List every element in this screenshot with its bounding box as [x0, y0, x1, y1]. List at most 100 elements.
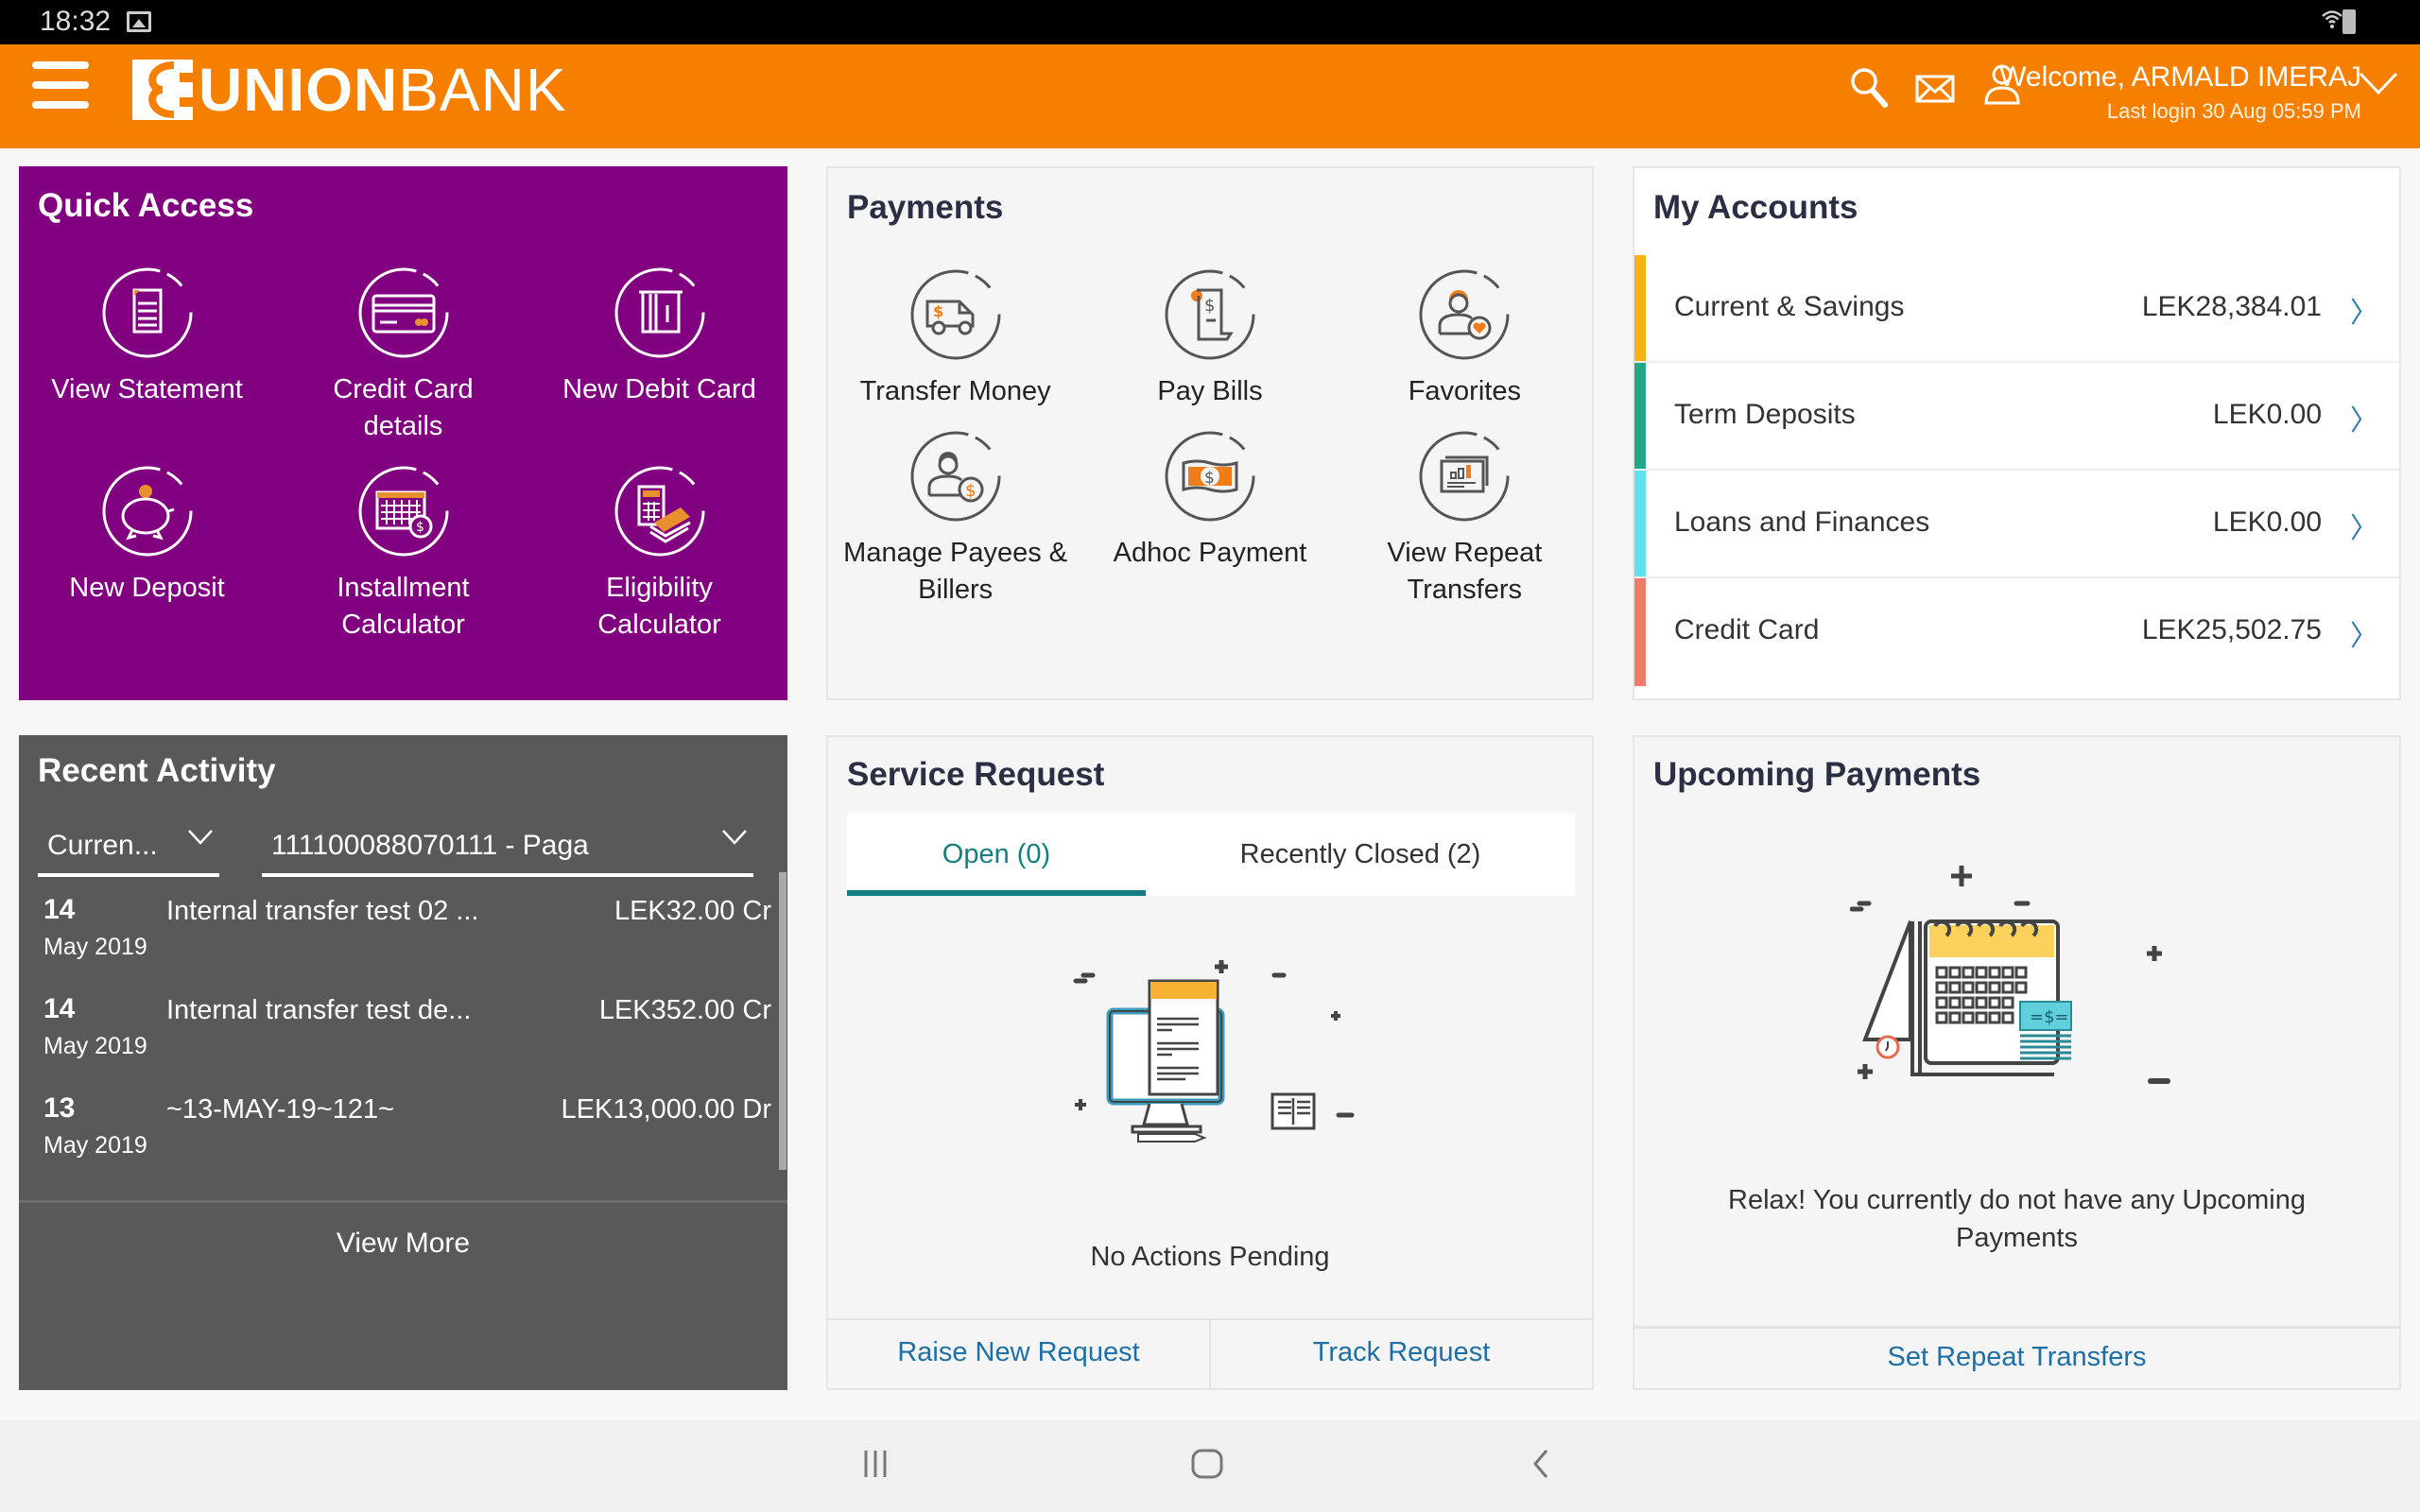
- my-accounts-title: My Accounts: [1653, 189, 1858, 226]
- hamburger-line: [32, 81, 89, 89]
- document-icon: [102, 267, 192, 358]
- activity-amount: LEK352.00 Cr: [598, 995, 771, 1025]
- activity-amount: LEK32.00 Cr: [614, 896, 771, 926]
- payment-view-repeat-transfers[interactable]: View Repeat Transfers: [1338, 429, 1592, 609]
- activity-day: 13: [43, 1092, 76, 1124]
- back-button[interactable]: [1524, 1447, 1558, 1481]
- account-amount: LEK28,384.01: [2141, 291, 2322, 322]
- activity-scrollbar[interactable]: [779, 872, 786, 1170]
- user-dollar-icon: $: [910, 431, 1001, 522]
- account-color-bar: [1634, 578, 1646, 686]
- tile-label: View Repeat Transfers: [1387, 538, 1543, 605]
- account-number-select[interactable]: 111100088070111 - Paga: [262, 811, 753, 877]
- tile-label: Eligibility Calculator: [597, 573, 721, 640]
- quick-installment-calculator[interactable]: $ Installment Calculator: [275, 464, 531, 644]
- payments-title: Payments: [847, 189, 1004, 226]
- chevron-right-icon: 〉: [2350, 404, 2378, 438]
- account-type-select[interactable]: Curren...: [38, 811, 219, 877]
- quick-new-deposit[interactable]: New Deposit: [19, 464, 275, 644]
- calendar-dollar-icon: $: [358, 466, 448, 557]
- brand-bold: UNION: [199, 56, 399, 124]
- activity-day: 14: [43, 894, 76, 925]
- account-name: Term Deposits: [1674, 399, 1856, 430]
- svg-text:$: $: [965, 481, 976, 501]
- payments-card: Payments $ Transfer Money $ Pay Bills Fa…: [826, 166, 1594, 700]
- quick-credit-card-details[interactable]: Credit Card details: [275, 266, 531, 445]
- home-button[interactable]: [1190, 1447, 1224, 1481]
- svg-text:$: $: [933, 302, 943, 320]
- last-login-text: Last login 30 Aug 05:59 PM: [2106, 99, 2361, 123]
- account-row-term-deposits[interactable]: Term Deposits LEK0.00 〉: [1634, 363, 2399, 471]
- quick-view-statement[interactable]: View Statement: [19, 266, 275, 445]
- tile-label: Favorites: [1408, 376, 1521, 406]
- account-amount: LEK0.00: [2212, 507, 2322, 538]
- upcoming-payments-card: Upcoming Payments =$= Relax! You current…: [1633, 735, 2401, 1390]
- view-more-button[interactable]: View More: [19, 1200, 787, 1390]
- set-repeat-transfers-link[interactable]: Set Repeat Transfers: [1634, 1329, 2399, 1388]
- account-number-value: 111100088070111 - Paga: [271, 830, 589, 861]
- recent-activity-card: Recent Activity Curren... 11110008807011…: [19, 735, 787, 1390]
- calendar-money-illustration: =$=: [1850, 866, 2170, 1084]
- payment-transfer-money[interactable]: $ Transfer Money: [828, 267, 1082, 410]
- upcoming-payments-title: Upcoming Payments: [1653, 756, 1981, 793]
- messages-button[interactable]: [1915, 75, 1955, 107]
- bill-icon: $: [1165, 269, 1255, 360]
- service-request-card: Service Request Open (0) Recently Closed…: [826, 735, 1594, 1390]
- hamburger-line: [32, 101, 89, 109]
- chevron-right-icon: 〉: [2350, 297, 2378, 330]
- activity-day: 14: [43, 993, 76, 1024]
- status-bar: 18:32: [0, 0, 2420, 44]
- piggy-bank-icon: [102, 466, 192, 557]
- activity-amount: LEK13,000.00 Dr: [561, 1094, 771, 1125]
- quick-eligibility-calculator[interactable]: Eligibility Calculator: [531, 464, 787, 644]
- payment-adhoc-payment[interactable]: $ Adhoc Payment: [1082, 429, 1337, 609]
- welcome-text: Welcome, ARMALD IMERAJ: [1999, 61, 2361, 93]
- tile-label: Manage Payees & Billers: [843, 538, 1068, 605]
- payment-pay-bills[interactable]: $ Pay Bills: [1082, 267, 1337, 410]
- account-row-loans-finances[interactable]: Loans and Finances LEK0.00 〉: [1634, 471, 2399, 578]
- chevron-right-icon: 〉: [2350, 512, 2378, 545]
- account-color-bar: [1634, 363, 1646, 469]
- recent-apps-button[interactable]: [858, 1447, 892, 1481]
- activity-row[interactable]: 13 May 2019 ~13-MAY-19~121~ LEK13,000.00…: [43, 1092, 771, 1187]
- quick-new-debit-card[interactable]: New Debit Card: [531, 266, 787, 445]
- payment-favorites[interactable]: Favorites: [1338, 267, 1592, 410]
- svg-text:$: $: [1204, 469, 1215, 488]
- user-heart-icon: [1419, 269, 1510, 360]
- tile-label: New Debit Card: [562, 374, 756, 404]
- user-welcome[interactable]: Welcome, ARMALD IMERAJ Last login 30 Aug…: [1999, 61, 2361, 124]
- activity-description: Internal transfer test de...: [166, 995, 472, 1025]
- chevron-down-icon: [188, 830, 213, 845]
- account-row-current-savings[interactable]: Current & Savings LEK28,384.01 〉: [1634, 255, 2399, 363]
- tile-label: Transfer Money: [859, 376, 1051, 406]
- payment-manage-payees-billers[interactable]: $ Manage Payees & Billers: [828, 429, 1082, 609]
- chevron-down-icon[interactable]: [2359, 71, 2398, 95]
- service-request-title: Service Request: [847, 756, 1105, 793]
- search-icon: [1851, 68, 1888, 108]
- account-color-bar: [1634, 255, 1646, 361]
- account-row-credit-card[interactable]: Credit Card LEK25,502.75 〉: [1634, 578, 2399, 686]
- service-request-tabs: Open (0) Recently Closed (2): [847, 813, 1575, 896]
- tile-label: Credit Card details: [333, 374, 474, 441]
- account-color-bar: [1634, 471, 1646, 576]
- debit-card-icon: [614, 267, 704, 358]
- mail-icon: [1915, 75, 1955, 103]
- report-icon: [1419, 431, 1510, 522]
- raise-new-request-link[interactable]: Raise New Request: [828, 1320, 1209, 1388]
- track-request-link[interactable]: Track Request: [1209, 1320, 1592, 1388]
- chevron-right-icon: 〉: [2350, 620, 2378, 653]
- service-empty-message: No Actions Pending: [1090, 1242, 1330, 1272]
- tab-recently-closed[interactable]: Recently Closed (2): [1146, 813, 1575, 896]
- brand-light: BANK: [398, 56, 567, 124]
- menu-button[interactable]: [32, 61, 89, 118]
- activity-row[interactable]: 14 May 2019 Internal transfer test de...…: [43, 993, 771, 1088]
- calculator-icon: [614, 466, 704, 557]
- account-amount: LEK25,502.75: [2141, 614, 2322, 645]
- tab-open[interactable]: Open (0): [847, 813, 1146, 896]
- image-notification-icon: [127, 11, 151, 32]
- computer-document-illustration: [1073, 960, 1355, 1143]
- activity-description: Internal transfer test 02 ...: [166, 896, 479, 926]
- activity-row[interactable]: 14 May 2019 Internal transfer test 02 ..…: [43, 894, 771, 988]
- account-name: Credit Card: [1674, 614, 1820, 645]
- search-button[interactable]: [1848, 65, 1890, 114]
